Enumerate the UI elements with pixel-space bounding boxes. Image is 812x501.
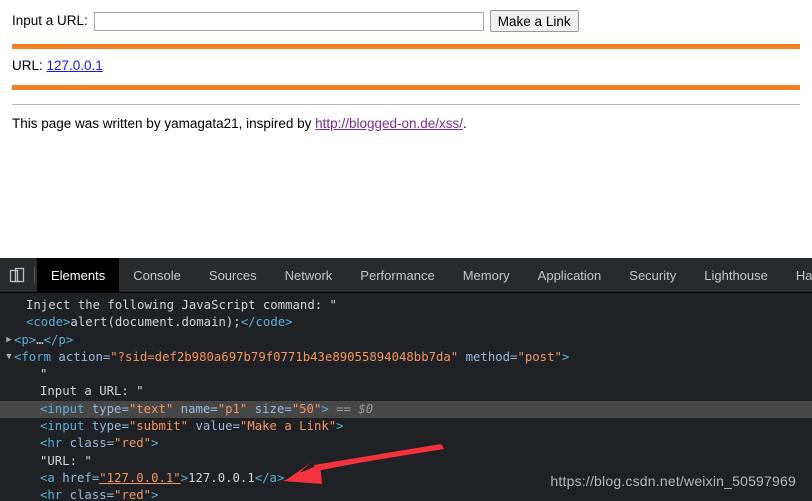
line-input-submit[interactable]: <input type="submit" value="Make a Link"… <box>0 418 812 435</box>
dom-token: "submit" <box>128 419 189 434</box>
dom-token: <a <box>40 470 63 485</box>
devtools-tab-performance[interactable]: Performance <box>346 258 448 292</box>
dom-token: </p> <box>43 332 74 347</box>
line-hr-red-1[interactable]: <hr class="red"> <box>0 435 812 452</box>
elements-dom-tree[interactable]: Inject the following JavaScript command:… <box>0 293 812 501</box>
dom-token: method= <box>458 349 518 364</box>
result-url-prefix: URL: <box>12 58 47 73</box>
line-anchor[interactable]: <a href="127.0.0.1">127.0.0.1</a> <box>0 470 812 487</box>
url-form: Input a URL: Make a Link <box>12 10 800 32</box>
dom-token: > <box>561 349 570 364</box>
devtools-tab-network[interactable]: Network <box>271 258 347 292</box>
dom-token: "50" <box>291 401 322 416</box>
dom-token: <input <box>40 419 92 434</box>
line-input-a-url-text[interactable]: Input a URL: " <box>0 383 812 400</box>
dom-token: alert(document.domain); <box>70 315 241 330</box>
line-hr-red-2[interactable]: <hr class="red"> <box>0 487 812 501</box>
devtools-tab-list: Elements Console Sources Network Performance… <box>37 258 812 292</box>
dom-token: size= <box>247 401 292 416</box>
divider-red-bottom <box>12 84 800 90</box>
divider-plain <box>12 103 800 105</box>
dom-token: <hr <box>40 488 70 501</box>
dom-token: "text" <box>128 401 174 416</box>
dom-token: Input a URL: " <box>40 384 144 399</box>
dom-token: type= <box>91 401 129 416</box>
devtools-tab-memory[interactable]: Memory <box>449 258 524 292</box>
devtools-toolbar: Elements Console Sources Network Performance… <box>0 258 812 293</box>
credit-source-link[interactable]: http://blogged-on.de/xss/ <box>315 116 463 131</box>
dom-token: > <box>336 419 344 434</box>
chevron-right-icon[interactable]: ▶ <box>4 332 14 349</box>
dom-token: value= <box>188 419 240 434</box>
dom-token: <hr <box>40 436 70 451</box>
devtools-tab-security[interactable]: Security <box>615 258 690 292</box>
devtools-tab-console[interactable]: Console <box>119 258 195 292</box>
dom-token: == $0 <box>328 401 374 416</box>
line-form-open[interactable]: ▼ <form action="?sid=def2b980a697b79f0771… <box>0 349 812 366</box>
devtools-tab-hac[interactable]: Hac <box>782 258 812 292</box>
dom-token: "?sid=def2b980a697b79f0771b43e8905589404… <box>110 349 459 364</box>
devtools-panel: Elements Console Sources Network Performance… <box>0 258 812 501</box>
result-url-link[interactable]: 127.0.0.1 <box>47 58 103 73</box>
line-input-text-selected[interactable]: <input type="text" name="p1" size="50"> … <box>0 400 812 419</box>
dom-token: "Make a Link" <box>239 419 337 434</box>
line-code-alert[interactable]: <code>alert(document.domain);</code> <box>0 314 812 331</box>
dom-token: "post" <box>517 349 562 364</box>
url-input-label: Input a URL: <box>12 13 88 29</box>
dom-token: 127.0.0.1 <box>188 470 255 485</box>
device-toolbar-icon[interactable] <box>0 258 34 292</box>
dom-token: " <box>40 367 48 382</box>
dom-token: > <box>180 470 189 485</box>
make-a-link-button[interactable]: Make a Link <box>489 10 579 32</box>
devtools-tab-sources[interactable]: Sources <box>195 258 271 292</box>
url-input[interactable] <box>93 11 484 31</box>
dom-token: "red" <box>114 488 152 501</box>
dom-token: class= <box>69 436 115 451</box>
line-quote[interactable]: " <box>0 366 812 383</box>
devtools-tab-application[interactable]: Application <box>524 258 616 292</box>
dom-token: "red" <box>114 436 152 451</box>
dom-token: </a> <box>254 470 285 485</box>
dom-token: </code> <box>240 315 293 330</box>
line-inject-text[interactable]: Inject the following JavaScript command:… <box>0 297 812 314</box>
credit-text-after: . <box>463 115 467 131</box>
chevron-down-icon[interactable]: ▼ <box>4 349 14 366</box>
dom-token: <form <box>14 349 59 364</box>
dom-token: "URL: " <box>40 453 92 468</box>
dom-token: Inject the following JavaScript command:… <box>26 298 337 312</box>
line-url-text[interactable]: "URL: " <box>0 453 812 470</box>
dom-token: <p> <box>14 332 37 347</box>
credit-line: This page was written by yamagata21, ins… <box>12 115 800 131</box>
result-url-line: URL: 127.0.0.1 <box>12 59 800 73</box>
line-p-collapsed[interactable]: ▶ <p>…</p> <box>0 332 812 349</box>
dom-token: name= <box>173 401 218 416</box>
dom-token: action= <box>58 349 111 364</box>
dom-token: > <box>151 488 159 501</box>
toolbar-separator <box>34 267 35 283</box>
credit-text-before: This page was written by yamagata21, ins… <box>12 115 316 131</box>
dom-token: type= <box>91 419 129 434</box>
web-page-content: Input a URL: Make a Link URL: 127.0.0.1 … <box>0 0 812 258</box>
dom-token: … <box>36 332 44 347</box>
dom-token: > <box>151 436 159 451</box>
dom-token: "p1" <box>217 401 248 416</box>
dom-token: > <box>321 401 329 416</box>
devtools-tab-lighthouse[interactable]: Lighthouse <box>690 258 782 292</box>
dom-token: <input <box>40 401 92 416</box>
dom-token: href= <box>62 470 100 485</box>
dom-token: "127.0.0.1" <box>99 470 181 485</box>
dom-token: class= <box>69 488 115 501</box>
devtools-tab-elements[interactable]: Elements <box>37 258 120 292</box>
dom-token: <code> <box>26 315 71 330</box>
divider-red-top <box>12 44 800 49</box>
